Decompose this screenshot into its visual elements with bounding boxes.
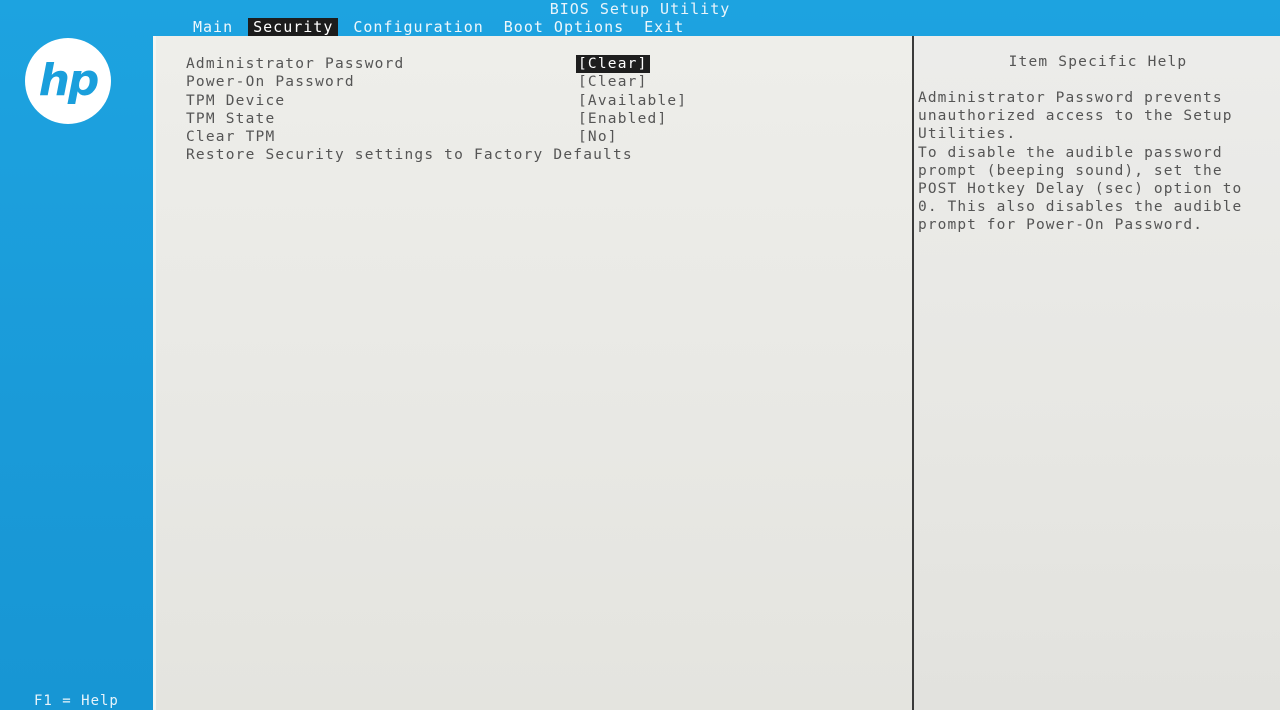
setting-admin-password[interactable]: Administrator Password [Clear] <box>186 55 886 73</box>
setting-label: Restore Security settings to Factory Def… <box>186 147 633 164</box>
bios-screen: BIOS Setup Utility Main Security Configu… <box>0 0 1280 710</box>
menu-bar: Main Security Configuration Boot Options… <box>188 18 699 36</box>
help-line: Administrator Password prevents <box>918 90 1223 106</box>
help-text: Administrator Password prevents unauthor… <box>918 89 1268 235</box>
setting-tpm-device[interactable]: TPM Device [Available] <box>186 92 886 110</box>
settings-list: Administrator Password [Clear] Power-On … <box>186 55 886 165</box>
setting-tpm-state[interactable]: TPM State [Enabled] <box>186 110 886 128</box>
setting-value[interactable]: [Clear] <box>576 55 650 73</box>
help-line: Utilities. <box>918 126 1017 143</box>
help-line: prompt (beeping sound), set the <box>918 162 1223 179</box>
setting-label: Administrator Password <box>186 56 405 72</box>
help-title: Item Specific Help <box>1008 54 1188 70</box>
help-hint: F1 = Help <box>34 693 119 709</box>
help-line: prompt for Power-On Password. <box>918 217 1204 234</box>
setting-restore-defaults[interactable]: Restore Security settings to Factory Def… <box>186 146 886 164</box>
menu-item-security[interactable]: Security <box>248 18 339 36</box>
setting-clear-tpm[interactable]: Clear TPM [No] <box>186 128 886 146</box>
setting-value[interactable]: [Available] <box>576 92 689 110</box>
setting-value[interactable]: [No] <box>576 128 620 146</box>
help-line: 0. This also disables the audible <box>918 199 1243 216</box>
window-title: BIOS Setup Utility <box>549 0 731 18</box>
setting-label: Power-On Password <box>186 74 355 91</box>
settings-panel: Administrator Password [Clear] Power-On … <box>153 36 913 710</box>
help-panel: Item Specific Help Administrator Passwor… <box>912 36 1280 710</box>
setting-label: Clear TPM <box>186 129 276 146</box>
help-line: unauthorized access to the Setup <box>918 108 1233 125</box>
menu-item-exit[interactable]: Exit <box>639 18 689 36</box>
help-line: POST Hotkey Delay (sec) option to <box>918 181 1243 198</box>
hp-logo-icon: hp <box>24 37 112 125</box>
setting-label: TPM State <box>186 110 276 127</box>
svg-text:hp: hp <box>39 55 98 106</box>
setting-value[interactable]: [Clear] <box>576 73 650 91</box>
menu-item-configuration[interactable]: Configuration <box>348 18 488 36</box>
menu-item-main[interactable]: Main <box>188 18 238 36</box>
help-line: To disable the audible password <box>918 144 1223 161</box>
setting-power-on-password[interactable]: Power-On Password [Clear] <box>186 73 886 91</box>
setting-label: TPM Device <box>186 92 286 109</box>
menu-item-boot-options[interactable]: Boot Options <box>499 18 629 36</box>
setting-value[interactable]: [Enabled] <box>576 110 669 128</box>
